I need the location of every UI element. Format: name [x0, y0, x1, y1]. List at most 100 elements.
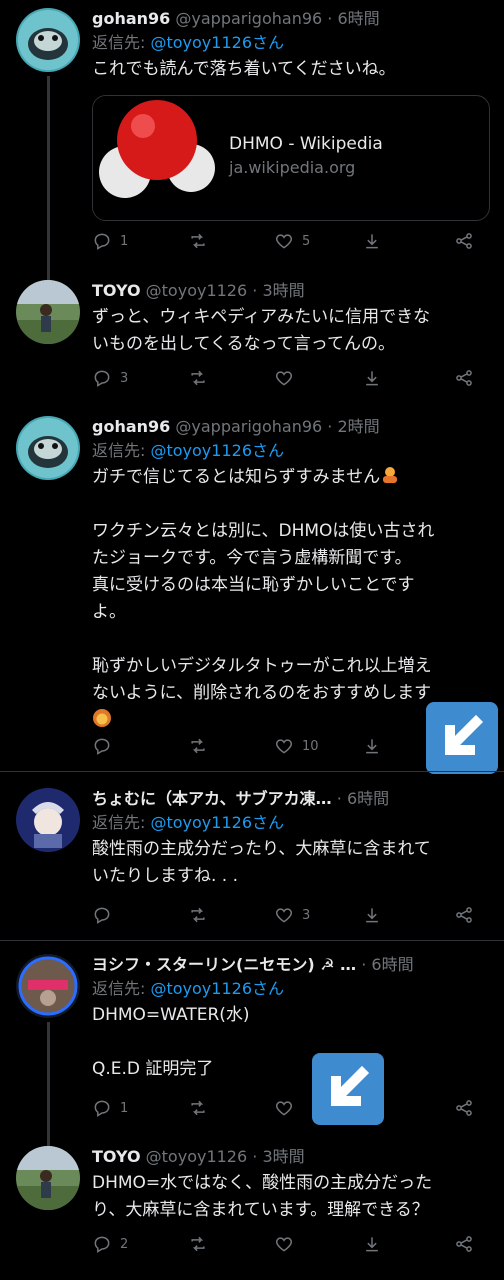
reply-icon: [92, 1234, 112, 1254]
reply-count: 1: [120, 233, 129, 249]
tweet[interactable]: TOYO @toyoy1126 · 3時間 ずっと、ウィキペディアみたいに信用で…: [0, 262, 504, 400]
reply-button[interactable]: 1: [92, 229, 128, 253]
separator: ·: [336, 789, 342, 808]
share-button[interactable]: [454, 366, 474, 390]
reply-button[interactable]: 2: [92, 1232, 128, 1256]
display-name[interactable]: ヨシフ・スターリン(ニセモン) ☭ …: [92, 955, 356, 974]
tweet-header: TOYO @toyoy1126 · 3時間: [92, 1146, 488, 1168]
tweet-text-intro: ガチで信じてるとは知らずすみません: [92, 464, 488, 491]
timestamp[interactable]: 6時間: [371, 955, 413, 974]
avatar[interactable]: [16, 280, 80, 344]
download-icon: [362, 736, 382, 756]
avatar[interactable]: [16, 788, 80, 852]
user-handle[interactable]: @yapparigohan96: [175, 417, 322, 436]
download-icon: [362, 905, 382, 925]
reply-button[interactable]: [92, 734, 112, 758]
separator: ·: [327, 417, 333, 436]
user-handle[interactable]: @toyoy1126: [146, 1147, 248, 1166]
tweet-header: gohan96 @yapparigohan96 · 6時間: [92, 8, 488, 30]
retweet-icon: [188, 368, 208, 388]
like-button[interactable]: 5: [274, 229, 310, 253]
avatar[interactable]: [16, 1146, 80, 1210]
mention-link[interactable]: @toyoy1126さん: [150, 813, 284, 832]
reply-label: 返信先:: [92, 813, 151, 832]
reply-button[interactable]: 3: [92, 366, 128, 390]
user-handle[interactable]: @toyoy1126: [146, 281, 248, 300]
like-button[interactable]: [274, 1232, 294, 1256]
retweet-button[interactable]: [188, 903, 208, 927]
retweet-button[interactable]: [188, 1232, 208, 1256]
timestamp[interactable]: 6時間: [337, 9, 379, 28]
mention-link[interactable]: @toyoy1126さん: [150, 979, 284, 998]
reply-to: 返信先: @toyoy1126さん: [92, 440, 488, 462]
timestamp[interactable]: 3時間: [262, 281, 304, 300]
timestamp[interactable]: 6時間: [347, 789, 389, 808]
tweet-text: ずっと、ウィキペディアみたいに信用できな いものを出してくるなって言ってんの。: [92, 307, 431, 354]
download-icon: [362, 231, 382, 251]
like-button[interactable]: 3: [274, 903, 310, 927]
share-button[interactable]: [454, 903, 474, 927]
reply-to: 返信先: @toyoy1126さん: [92, 812, 488, 834]
share-button[interactable]: [454, 229, 474, 253]
retweet-icon: [188, 736, 208, 756]
tweet[interactable]: ちょむに（本アカ、サブアカ凍… · 6時間 返信先: @toyoy1126さん …: [0, 780, 504, 938]
like-button[interactable]: [274, 366, 294, 390]
retweet-icon: [188, 1098, 208, 1118]
separator: ·: [252, 1147, 258, 1166]
retweet-icon: [188, 231, 208, 251]
user-handle[interactable]: @yapparigohan96: [175, 9, 322, 28]
timestamp[interactable]: 2時間: [337, 417, 379, 436]
reply-label: 返信先:: [92, 979, 151, 998]
download-button[interactable]: [362, 1232, 382, 1256]
download-button[interactable]: [362, 734, 382, 758]
download-icon: [362, 368, 382, 388]
link-card[interactable]: DHMO - Wikipedia ja.wikipedia.org: [92, 95, 490, 221]
download-button[interactable]: [362, 229, 382, 253]
download-button[interactable]: [362, 366, 382, 390]
like-icon: [274, 736, 294, 756]
retweet-icon: [188, 905, 208, 925]
tweet-text-line: ガチで信じてるとは知らずすみません: [92, 467, 381, 487]
reply-label: 返信先:: [92, 33, 151, 52]
avatar[interactable]: [16, 954, 80, 1018]
display-name[interactable]: TOYO: [92, 1147, 141, 1166]
reply-icon: [92, 736, 112, 756]
tweet[interactable]: ヨシフ・スターリン(ニセモン) ☭ … · 6時間 返信先: @toyoy112…: [0, 950, 504, 1202]
reply-button[interactable]: [92, 903, 112, 927]
mention-link[interactable]: @toyoy1126さん: [150, 441, 284, 460]
reply-icon: [92, 368, 112, 388]
avatar[interactable]: [16, 416, 80, 480]
mention-link[interactable]: @toyoy1126さん: [150, 33, 284, 52]
thread-line: [47, 76, 50, 262]
retweet-button[interactable]: [188, 366, 208, 390]
retweet-icon: [188, 1234, 208, 1254]
retweet-button[interactable]: [188, 734, 208, 758]
display-name[interactable]: gohan96: [92, 9, 170, 28]
share-icon: [454, 231, 474, 251]
tweet[interactable]: gohan96 @yapparigohan96 · 6時間 返信先: @toyo…: [0, 0, 504, 262]
reply-count: 3: [120, 370, 129, 386]
reply-button[interactable]: 1: [92, 1096, 128, 1120]
display-name[interactable]: gohan96: [92, 417, 170, 436]
retweet-button[interactable]: [188, 1096, 208, 1120]
download-icon: [362, 1234, 382, 1254]
display-name[interactable]: TOYO: [92, 281, 141, 300]
like-button[interactable]: 10: [274, 734, 319, 758]
display-name[interactable]: ちょむに（本アカ、サブアカ凍…: [92, 789, 332, 808]
reply-count: 2: [120, 1236, 129, 1252]
like-count: 5: [302, 233, 311, 249]
share-button[interactable]: [454, 1096, 474, 1120]
like-icon: [274, 231, 294, 251]
like-icon: [274, 1098, 294, 1118]
like-button[interactable]: [274, 1096, 294, 1120]
retweet-button[interactable]: [188, 229, 208, 253]
reply-count: 1: [120, 1100, 129, 1116]
download-button[interactable]: [362, 903, 382, 927]
reply-icon: [92, 231, 112, 251]
avatar[interactable]: [16, 8, 80, 72]
reply-icon: [92, 905, 112, 925]
tweet[interactable]: TOYO @toyoy1126 · 3時間 DHMO=水ではなく、酸性雨の主成分…: [0, 1138, 504, 1280]
arrow-down-left-icon: [312, 1053, 384, 1125]
share-button[interactable]: [454, 1232, 474, 1256]
timestamp[interactable]: 3時間: [262, 1147, 304, 1166]
